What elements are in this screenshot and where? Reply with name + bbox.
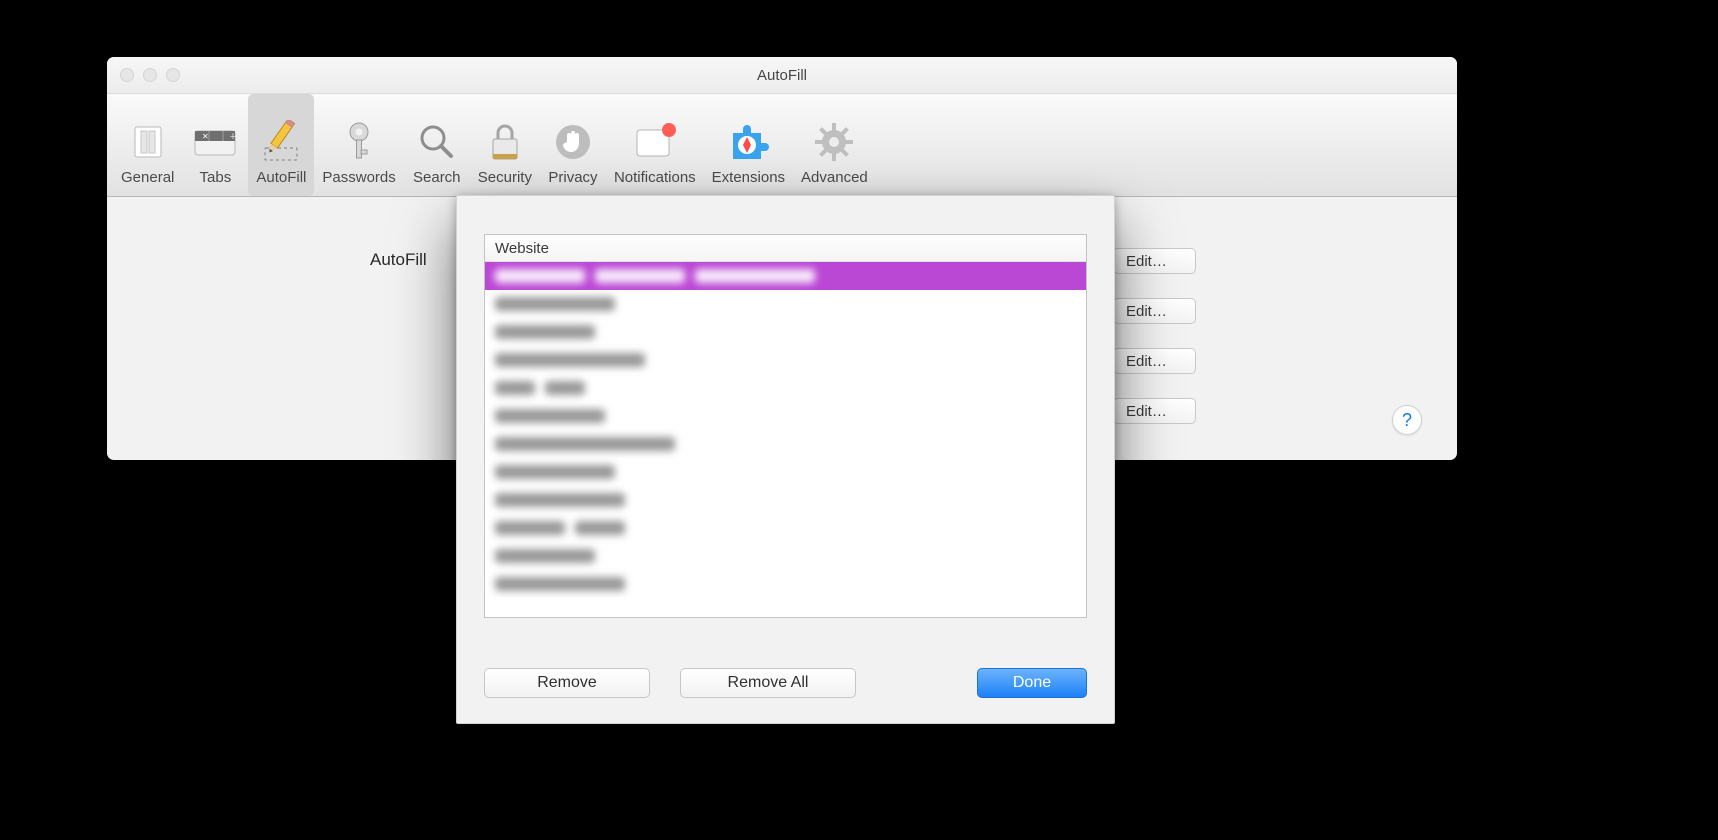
window-zoom-button[interactable]	[166, 68, 180, 82]
edit-button-3-label: Edit…	[1126, 353, 1167, 370]
lock-icon	[483, 120, 527, 164]
window-title: AutoFill	[757, 67, 807, 84]
tab-autofill-label: AutoFill	[256, 169, 306, 186]
tab-autofill[interactable]: AutoFill	[248, 94, 314, 196]
svg-text:＋: ＋	[229, 132, 237, 141]
done-button[interactable]: Done	[977, 668, 1087, 698]
website-column-header-label: Website	[495, 240, 549, 257]
tab-notifications-label: Notifications	[614, 169, 696, 186]
puzzle-compass-icon	[726, 120, 770, 164]
website-row-text	[495, 493, 625, 507]
tab-tabs[interactable]: ✕ ＋ Tabs	[182, 94, 248, 196]
website-row-text	[495, 577, 625, 591]
website-row[interactable]	[485, 374, 1086, 402]
website-row-text	[495, 297, 615, 311]
tab-tabs-label: Tabs	[200, 169, 232, 186]
svg-text:✕: ✕	[202, 132, 209, 141]
remove-button-label: Remove	[537, 674, 597, 691]
edit-button-3[interactable]: Edit…	[1113, 348, 1196, 374]
website-row[interactable]	[485, 570, 1086, 598]
website-row[interactable]	[485, 346, 1086, 374]
website-row-text	[495, 381, 585, 395]
tab-security-label: Security	[478, 169, 532, 186]
website-row-text	[495, 465, 615, 479]
website-column-header[interactable]: Website	[485, 235, 1086, 262]
website-row[interactable]	[485, 290, 1086, 318]
window-traffic-lights	[120, 68, 180, 82]
website-row-text	[495, 409, 605, 423]
tab-passwords[interactable]: Passwords	[314, 94, 403, 196]
edit-button-1[interactable]: Edit…	[1113, 248, 1196, 274]
magnifier-icon	[415, 120, 459, 164]
remove-button[interactable]: Remove	[484, 668, 650, 698]
pencil-form-icon	[259, 120, 303, 164]
tab-notifications[interactable]: Notifications	[606, 94, 704, 196]
website-row-text	[495, 521, 625, 535]
tab-security[interactable]: Security	[470, 94, 540, 196]
section-label-autofill: AutoFill	[370, 250, 427, 270]
edit-button-2-label: Edit…	[1126, 303, 1167, 320]
website-row[interactable]	[485, 486, 1086, 514]
help-icon: ?	[1402, 410, 1412, 431]
remove-all-button[interactable]: Remove All	[680, 668, 856, 698]
website-row[interactable]	[485, 262, 1086, 290]
tab-advanced[interactable]: Advanced	[793, 94, 876, 196]
website-row[interactable]	[485, 458, 1086, 486]
edit-button-1-label: Edit…	[1126, 253, 1167, 270]
edit-button-4[interactable]: Edit…	[1113, 398, 1196, 424]
tab-advanced-label: Advanced	[801, 169, 868, 186]
website-row-text	[495, 353, 645, 367]
done-button-label: Done	[1013, 674, 1051, 691]
website-row-text	[495, 269, 815, 283]
website-row[interactable]	[485, 430, 1086, 458]
window-titlebar: AutoFill	[107, 57, 1457, 94]
tabs-icon: ✕ ＋	[193, 120, 237, 164]
website-row-text	[495, 437, 675, 451]
edit-button-2[interactable]: Edit…	[1113, 298, 1196, 324]
website-listbox: Website	[484, 234, 1087, 618]
tab-passwords-label: Passwords	[322, 169, 395, 186]
preferences-toolbar: General ✕ ＋ Tabs	[107, 94, 1457, 197]
remove-all-button-label: Remove All	[728, 674, 809, 691]
tab-general[interactable]: General	[113, 94, 182, 196]
switch-icon	[126, 120, 170, 164]
website-row[interactable]	[485, 542, 1086, 570]
hand-stop-icon	[551, 120, 595, 164]
website-row[interactable]	[485, 514, 1086, 542]
website-row-text	[495, 325, 595, 339]
tab-privacy[interactable]: Privacy	[540, 94, 606, 196]
tab-search[interactable]: Search	[404, 94, 470, 196]
key-icon	[337, 120, 381, 164]
help-button[interactable]: ?	[1392, 405, 1422, 435]
tab-extensions[interactable]: Extensions	[704, 94, 793, 196]
gear-icon	[812, 120, 856, 164]
edit-button-4-label: Edit…	[1126, 403, 1167, 420]
tab-privacy-label: Privacy	[548, 169, 597, 186]
website-row[interactable]	[485, 402, 1086, 430]
autofill-websites-sheet: Website Remove Remove All Done	[456, 195, 1115, 724]
notification-icon	[633, 120, 677, 164]
tab-extensions-label: Extensions	[712, 169, 785, 186]
tab-search-label: Search	[413, 169, 461, 186]
website-row-text	[495, 549, 595, 563]
website-rows	[485, 262, 1086, 598]
window-minimize-button[interactable]	[143, 68, 157, 82]
tab-general-label: General	[121, 169, 174, 186]
website-row[interactable]	[485, 318, 1086, 346]
window-close-button[interactable]	[120, 68, 134, 82]
